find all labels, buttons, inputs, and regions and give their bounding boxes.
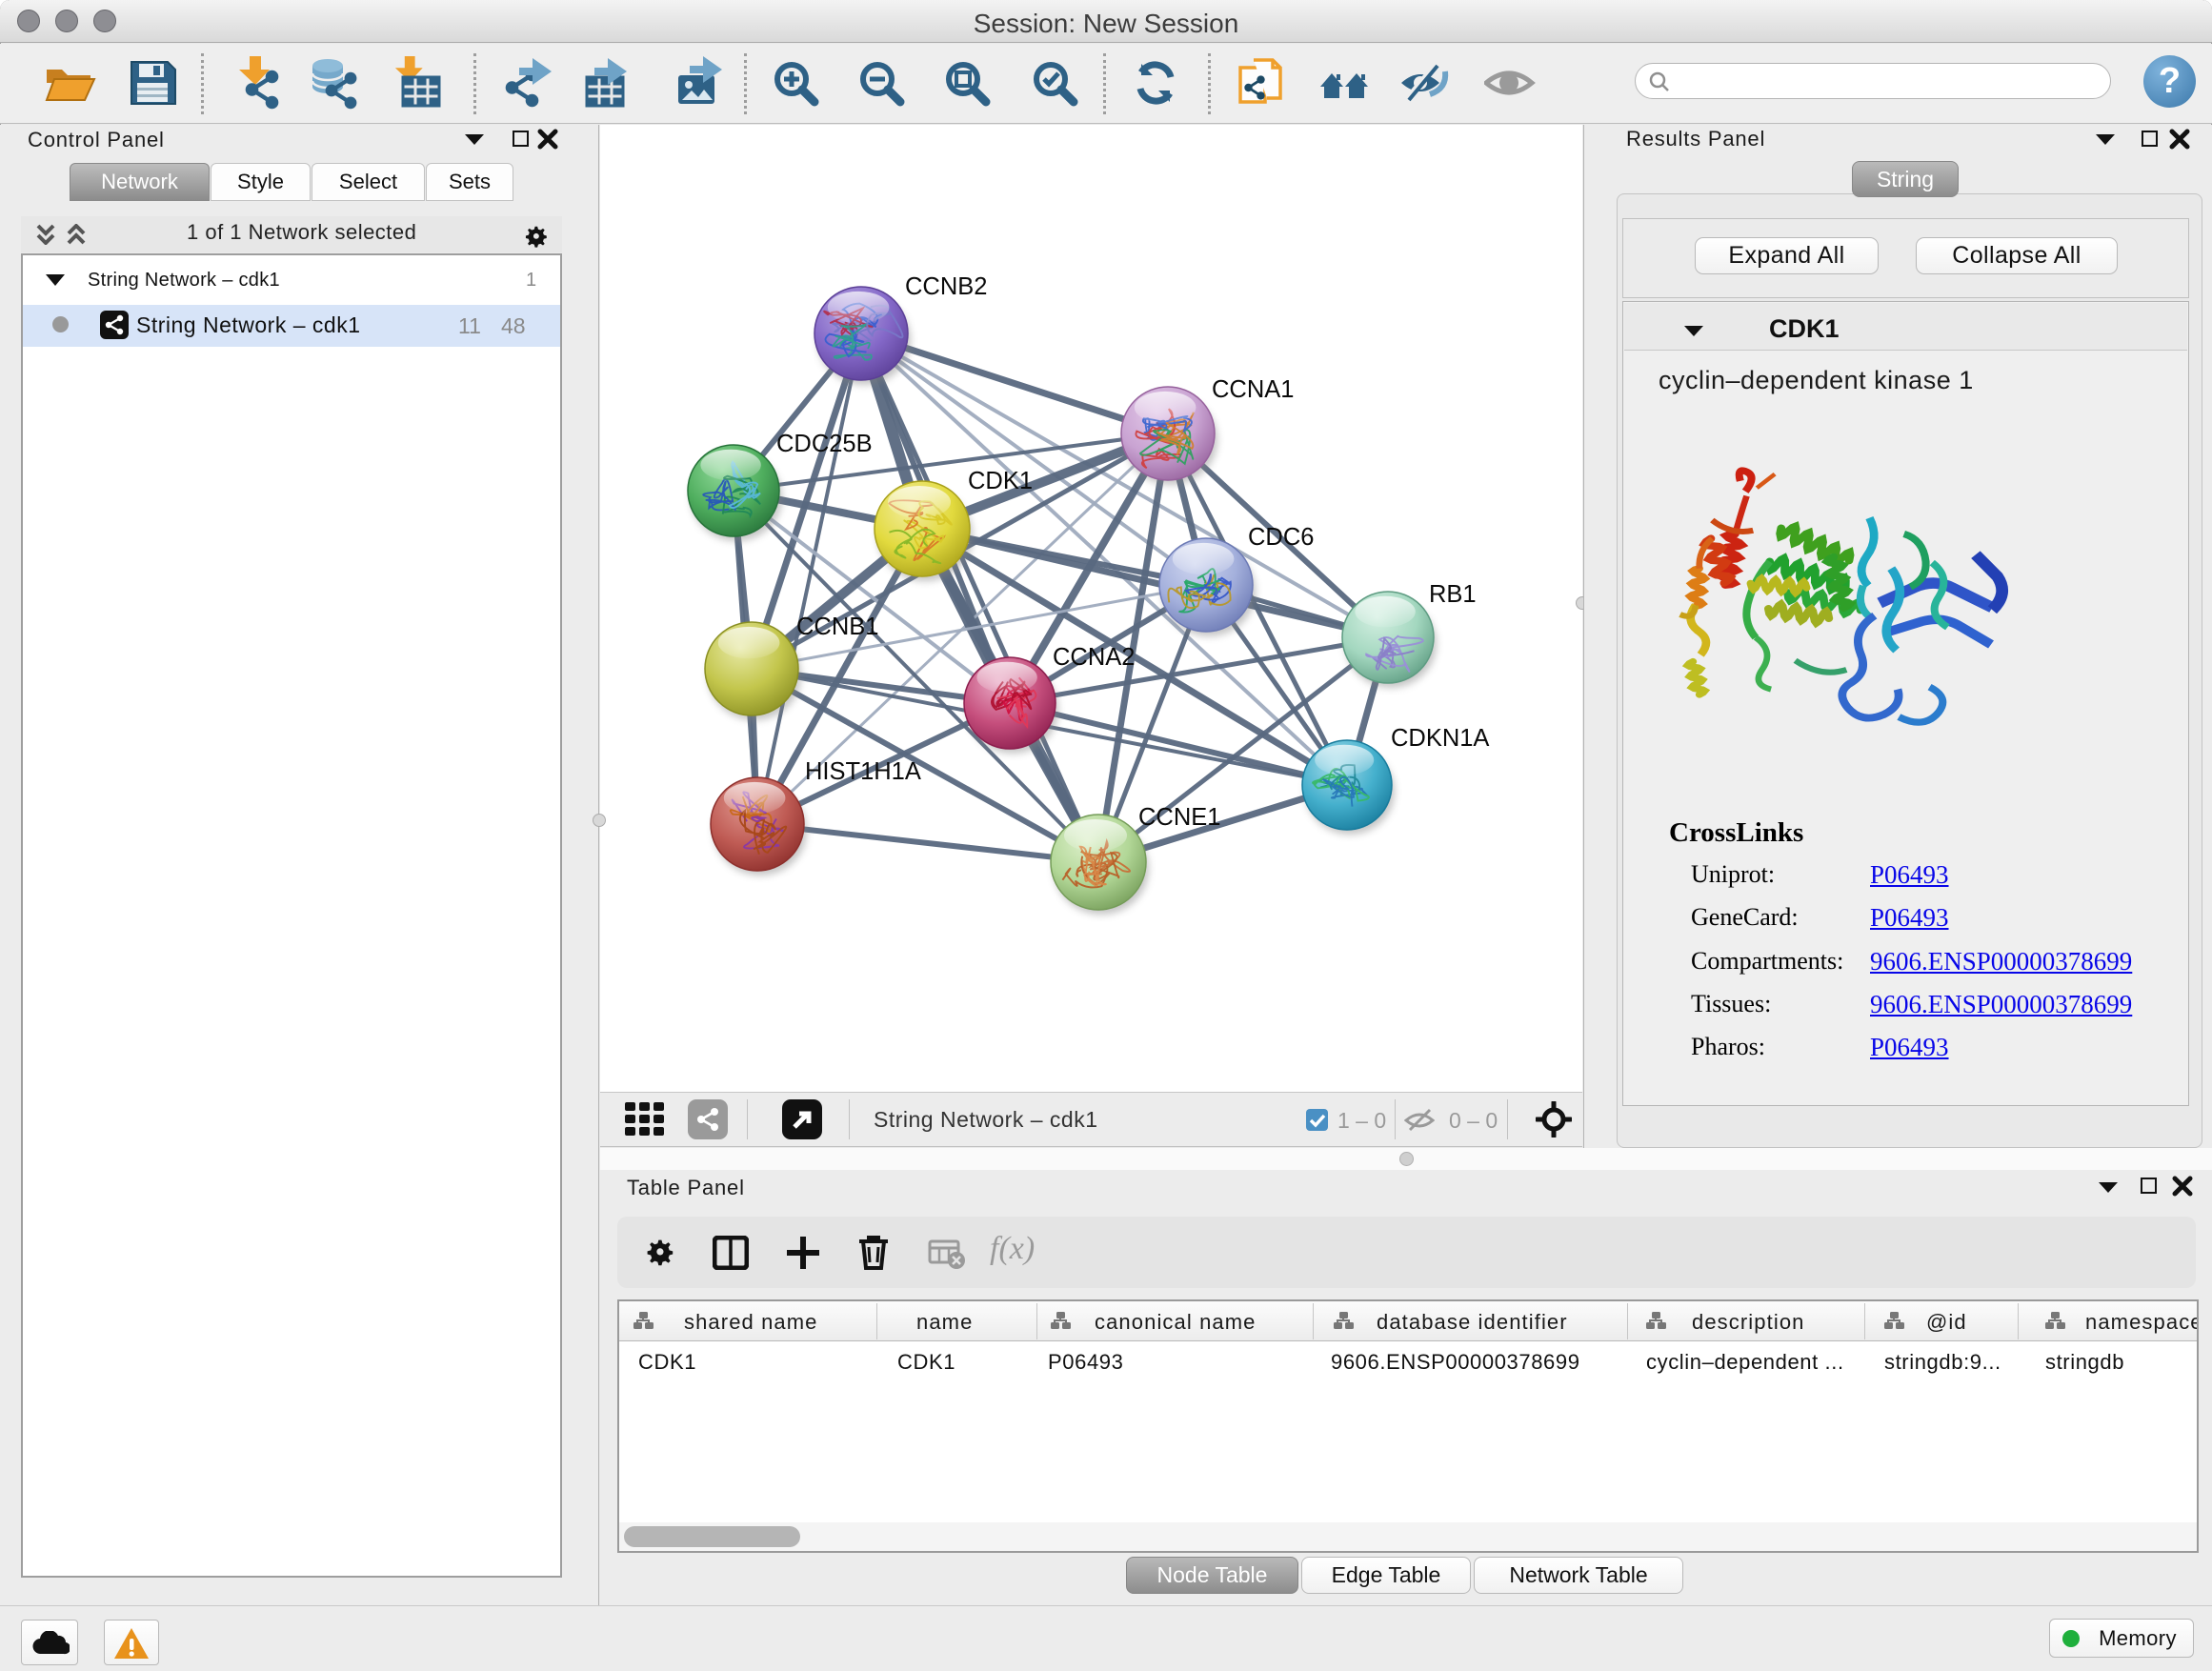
svg-text:CDK1: CDK1 — [968, 468, 1033, 494]
svg-text:CDKN1A: CDKN1A — [1391, 725, 1489, 752]
svg-text:RB1: RB1 — [1429, 581, 1477, 608]
svg-text:CCNA1: CCNA1 — [1212, 376, 1294, 403]
svg-text:CDC25B: CDC25B — [776, 431, 873, 457]
svg-text:CCNE1: CCNE1 — [1138, 804, 1220, 831]
svg-text:CCNA2: CCNA2 — [1053, 644, 1135, 671]
svg-text:CDC6: CDC6 — [1248, 524, 1314, 551]
svg-text:HIST1H1A: HIST1H1A — [805, 758, 921, 785]
svg-text:CCNB1: CCNB1 — [796, 614, 878, 640]
svg-text:CCNB2: CCNB2 — [905, 273, 987, 300]
